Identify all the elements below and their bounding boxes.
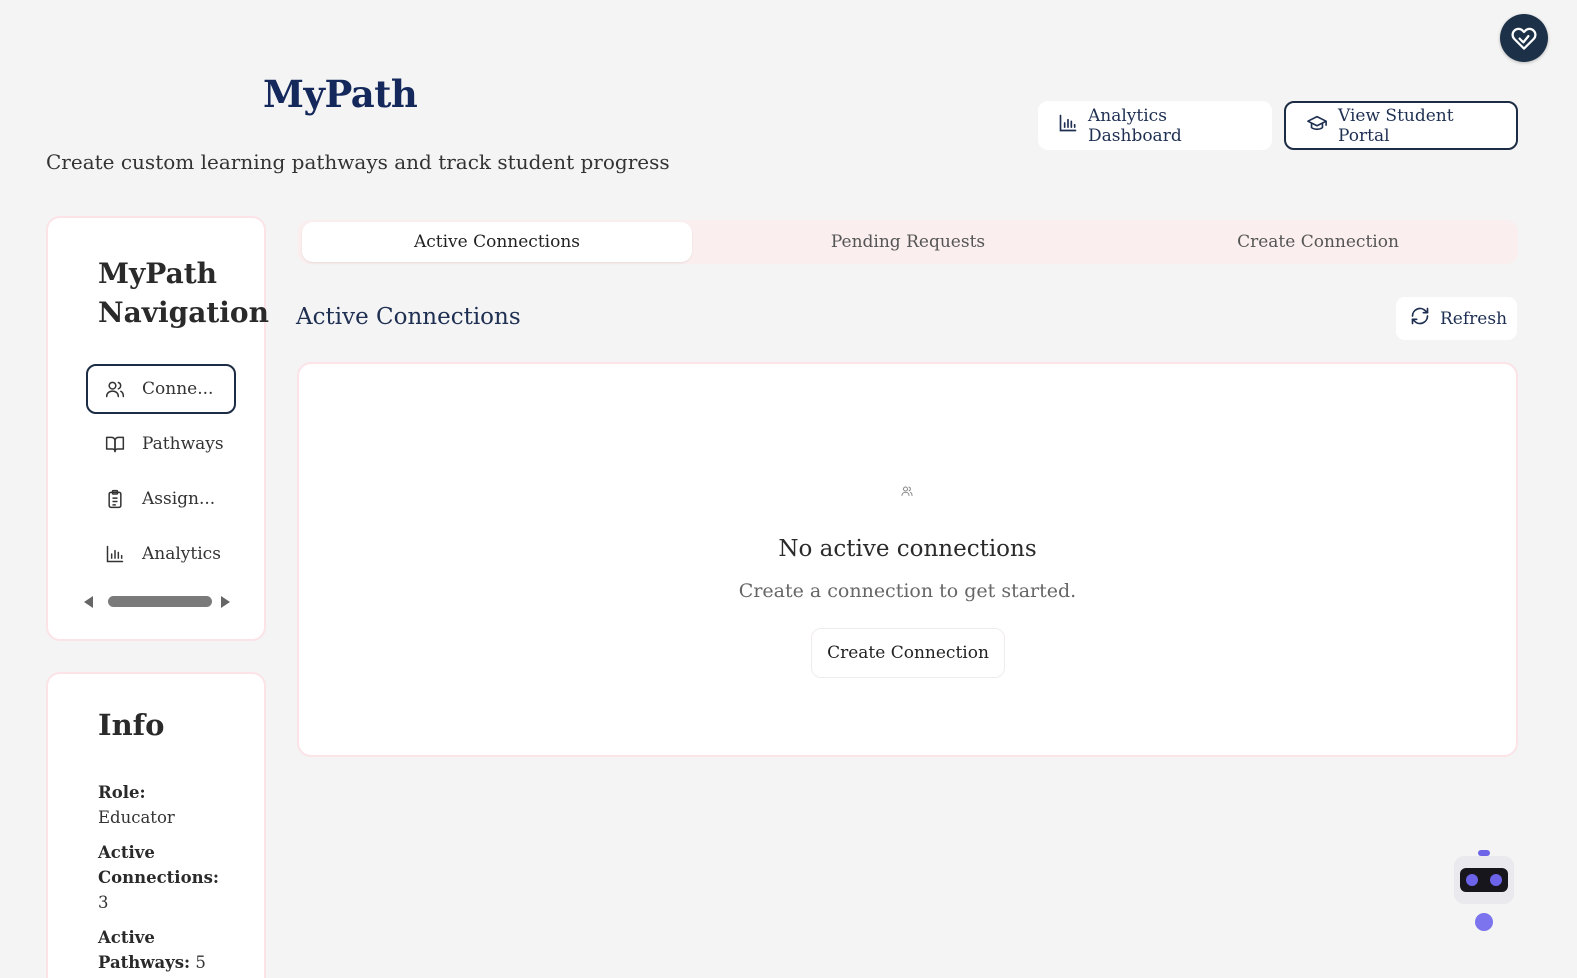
active-pathways-value: 5 (195, 953, 206, 972)
connection-tabs: Active Connections Pending Requests Crea… (298, 220, 1518, 264)
analytics-dashboard-button[interactable]: Analytics Dashboard (1038, 101, 1272, 150)
info-title: Info (98, 708, 165, 742)
active-connections-label: Active Connections: (98, 843, 219, 887)
active-connections-value: 3 (98, 893, 109, 912)
scroll-right-arrow-icon[interactable] (221, 596, 230, 608)
scroll-left-arrow-icon[interactable] (84, 596, 93, 608)
book-icon (104, 433, 126, 455)
bar-chart-icon (104, 543, 126, 565)
assistant-robot-icon[interactable] (1453, 848, 1515, 932)
navigation-card: MyPath Navigation Conne... Pathways Assi… (46, 216, 269, 641)
sidebar-item-label: Assign... (142, 489, 216, 509)
app-title: MyPath (263, 72, 418, 116)
sidebar-item-label: Pathways (142, 434, 224, 454)
sidebar-item-label: Analytics (142, 544, 221, 564)
empty-state-subtitle: Create a connection to get started. (738, 580, 1077, 602)
refresh-label: Refresh (1440, 308, 1508, 329)
active-pathways-label: Active Pathways: (98, 928, 191, 972)
scrollbar-thumb[interactable] (108, 596, 212, 607)
sidebar-item-pathways[interactable]: Pathways (86, 419, 236, 469)
users-icon (901, 482, 913, 501)
sidebar-item-analytics[interactable]: Analytics (86, 529, 236, 579)
bar-chart-icon (1058, 113, 1078, 138)
users-icon (104, 378, 126, 400)
info-active-pathways: Active Pathways: 5 (98, 925, 218, 975)
sidebar-item-label: Conne... (142, 379, 214, 399)
tab-active-connections[interactable]: Active Connections (302, 222, 692, 262)
heart-logo-icon[interactable] (1500, 14, 1548, 62)
info-role: Role: Educator (98, 780, 258, 830)
info-active-connections: Active Connections: 3 (98, 840, 219, 915)
graduation-cap-icon (1306, 113, 1328, 138)
create-connection-button[interactable]: Create Connection (811, 628, 1005, 678)
tab-pending-requests[interactable]: Pending Requests (713, 222, 1103, 262)
empty-state-panel: No active connections Create a connectio… (297, 362, 1518, 757)
tab-create-connection[interactable]: Create Connection (1123, 222, 1513, 262)
view-student-portal-button[interactable]: View Student Portal (1284, 101, 1518, 150)
role-value: Educator (98, 808, 175, 827)
role-label: Role: (98, 783, 146, 802)
analytics-dashboard-label: Analytics Dashboard (1088, 105, 1182, 146)
sidebar-item-assignments[interactable]: Assign... (86, 474, 236, 524)
section-title: Active Connections (296, 304, 521, 330)
empty-state-title: No active connections (778, 536, 1037, 562)
refresh-icon (1410, 306, 1430, 331)
clipboard-icon (104, 488, 126, 510)
info-card: Info Role: Educator Active Connections: … (46, 672, 266, 978)
sidebar-item-connections[interactable]: Conne... (86, 364, 236, 414)
navigation-title: MyPath Navigation (98, 257, 269, 329)
sidebar-horizontal-scrollbar[interactable] (82, 593, 232, 609)
app-subtitle: Create custom learning pathways and trac… (46, 150, 670, 174)
view-student-portal-label: View Student Portal (1338, 105, 1454, 146)
refresh-button[interactable]: Refresh (1396, 297, 1517, 340)
